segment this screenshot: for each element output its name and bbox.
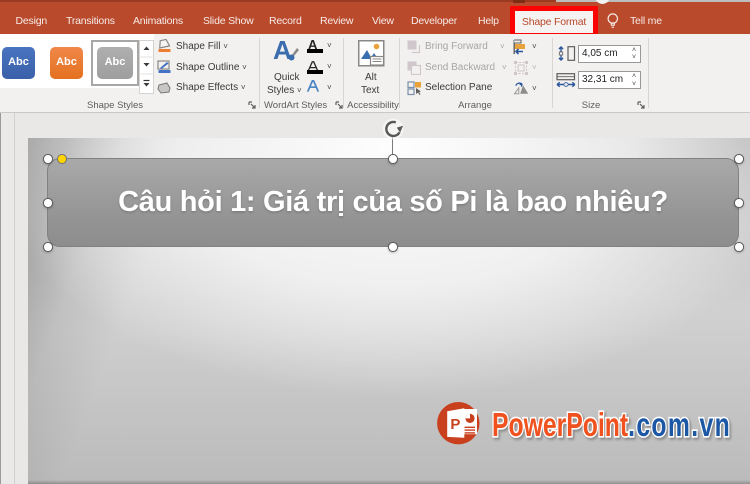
svg-text:PowerPoint.com.vn: PowerPoint.com.vn xyxy=(492,408,731,444)
svg-text:P: P xyxy=(450,416,460,433)
